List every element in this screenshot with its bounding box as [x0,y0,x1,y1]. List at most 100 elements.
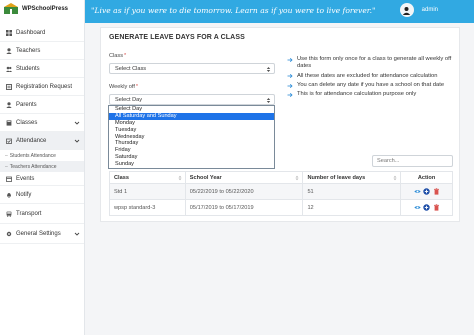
cell-leave-days: 12 [302,199,402,216]
add-icon[interactable] [423,204,430,211]
school-logo-icon [4,3,18,14]
sidebar-item-label: General Settings [16,230,61,237]
required-mark: * [135,84,139,90]
instruction-text: This is for attendance calculation purpo… [297,91,417,98]
column-header-label: Class [114,174,129,181]
book-icon [6,119,12,126]
column-header-action: Action [400,171,453,184]
sort-icon [178,175,182,181]
user-avatar-icon [402,6,411,15]
sidebar-item-label: Parents [16,101,37,108]
sort-icon [295,175,299,181]
chevron-down-icon[interactable] [74,138,80,144]
dropdown-option[interactable]: Friday [109,147,274,154]
sidebar-item-label: Transport [16,210,42,217]
sidebar-subitem-teachers-attendance[interactable]: Teachers Attendance [0,161,84,172]
arrow-right-icon [287,92,293,98]
sidebar-item-attendance[interactable]: Attendance [0,132,84,150]
sidebar-item-notify[interactable]: Notify [0,186,84,204]
weekly-off-select-value: Select Day [115,96,143,103]
select-arrows-icon [266,66,271,73]
select-arrows-icon [266,97,271,104]
class-label-text: Class [109,53,123,59]
instructions-list: Use this form only once for a class to g… [287,56,457,101]
column-header-school-year[interactable]: School Year [184,171,304,184]
weekly-off-label: Weekly off* [109,84,138,90]
sidebar-item-label: Classes [16,119,38,126]
sidebar: WPSchoolPress Dashboard Teachers Student… [0,0,85,335]
sidebar-item-label: Attendance [16,137,47,144]
column-header-class[interactable]: Class [109,171,186,184]
header-quote: "Live as if you were to die tomorrow. Le… [91,6,376,15]
sidebar-item-transport[interactable]: Transport [0,204,84,224]
arrow-right-icon [287,73,293,79]
column-header-leave-days[interactable]: Number of leave days [302,171,402,184]
sidebar-item-teachers[interactable]: Teachers [0,42,84,60]
registration-icon [6,83,12,90]
dropdown-option[interactable]: Thursday [109,140,274,147]
dropdown-option[interactable]: Tuesday [109,127,274,134]
page-title: GENERATE LEAVE DAYS FOR A CLASS [109,34,245,41]
sidebar-item-label: Students [16,65,40,72]
instruction-item: This is for attendance calculation purpo… [287,91,457,98]
view-icon[interactable] [413,188,421,195]
sidebar-item-label: Notify [16,191,32,198]
user-menu[interactable]: admin [399,3,438,17]
weekly-off-label-text: Weekly off [109,84,135,90]
table-row: wpsp standard-3 05/17/2019 to 05/17/2019… [109,199,453,216]
column-header-label: School Year [189,174,222,181]
attendance-icon [6,138,12,144]
sidebar-item-label: Teachers [16,47,41,54]
users-icon [6,66,12,72]
instruction-item: You can delete any date if you have a sc… [287,82,457,89]
dropdown-option[interactable]: Saturday [109,154,274,161]
cell-school-year: 05/17/2019 to 05/17/2019 [184,199,304,216]
arrow-right-icon [287,83,293,89]
dropdown-option[interactable]: Sunday [109,161,274,168]
class-label: Class* [109,53,126,59]
bell-icon [6,192,12,198]
sidebar-item-classes[interactable]: Classes [0,114,84,132]
user-name: admin [421,7,438,13]
sidebar-subitem-students-attendance[interactable]: Students Attendance [0,150,84,161]
sidebar-item-students[interactable]: Students [0,60,84,78]
user-icon [6,47,12,54]
add-icon[interactable] [423,188,430,195]
sidebar-item-parents[interactable]: Parents [0,96,84,114]
instruction-text: You can delete any date if you have a sc… [297,81,445,88]
avatar[interactable] [399,3,414,17]
column-header-label: Number of leave days [307,174,366,181]
chevron-down-icon[interactable] [74,231,80,237]
sidebar-item-label: Dashboard [16,29,46,36]
table-row: Std 1 05/22/2019 to 05/22/2020 51 [109,183,453,200]
dropdown-option-highlighted[interactable]: All Saturday and Sunday [109,112,274,120]
required-mark: * [124,53,127,59]
search-input[interactable] [372,155,453,167]
dropdown-option[interactable]: Select Day [109,106,274,113]
calendar-icon [6,176,12,182]
leave-days-table: Class School Year Number of leave days A… [109,171,453,216]
delete-icon[interactable] [433,204,440,211]
class-select[interactable]: Select Class [109,63,275,74]
view-icon[interactable] [413,204,421,211]
cell-actions [400,199,453,216]
chevron-down-icon[interactable] [74,120,80,126]
top-header: "Live as if you were to die tomorrow. Le… [85,0,474,23]
instruction-text: Use this form only once for a class to g… [297,56,452,70]
dropdown-option[interactable]: Monday [109,120,274,127]
sidebar-item-events[interactable]: Events [0,172,84,186]
dropdown-option[interactable]: Wednesday [109,134,274,141]
cell-class: Std 1 [109,183,186,200]
sidebar-item-registration-request[interactable]: Registration Request [0,78,84,96]
weekly-off-dropdown-list[interactable]: Select Day All Saturday and Sunday Monda… [108,105,275,169]
delete-icon[interactable] [433,188,440,195]
sidebar-item-dashboard[interactable]: Dashboard [0,24,84,42]
user-icon [6,101,12,108]
brand[interactable]: WPSchoolPress [0,0,84,17]
weekly-off-select[interactable]: Select Day [109,94,275,105]
cell-class: wpsp standard-3 [109,199,186,216]
bus-icon [6,211,12,217]
column-header-label: Action [417,174,436,181]
instruction-text: All these dates are excluded for attenda… [297,72,438,79]
sidebar-item-general-settings[interactable]: General Settings [0,224,84,244]
